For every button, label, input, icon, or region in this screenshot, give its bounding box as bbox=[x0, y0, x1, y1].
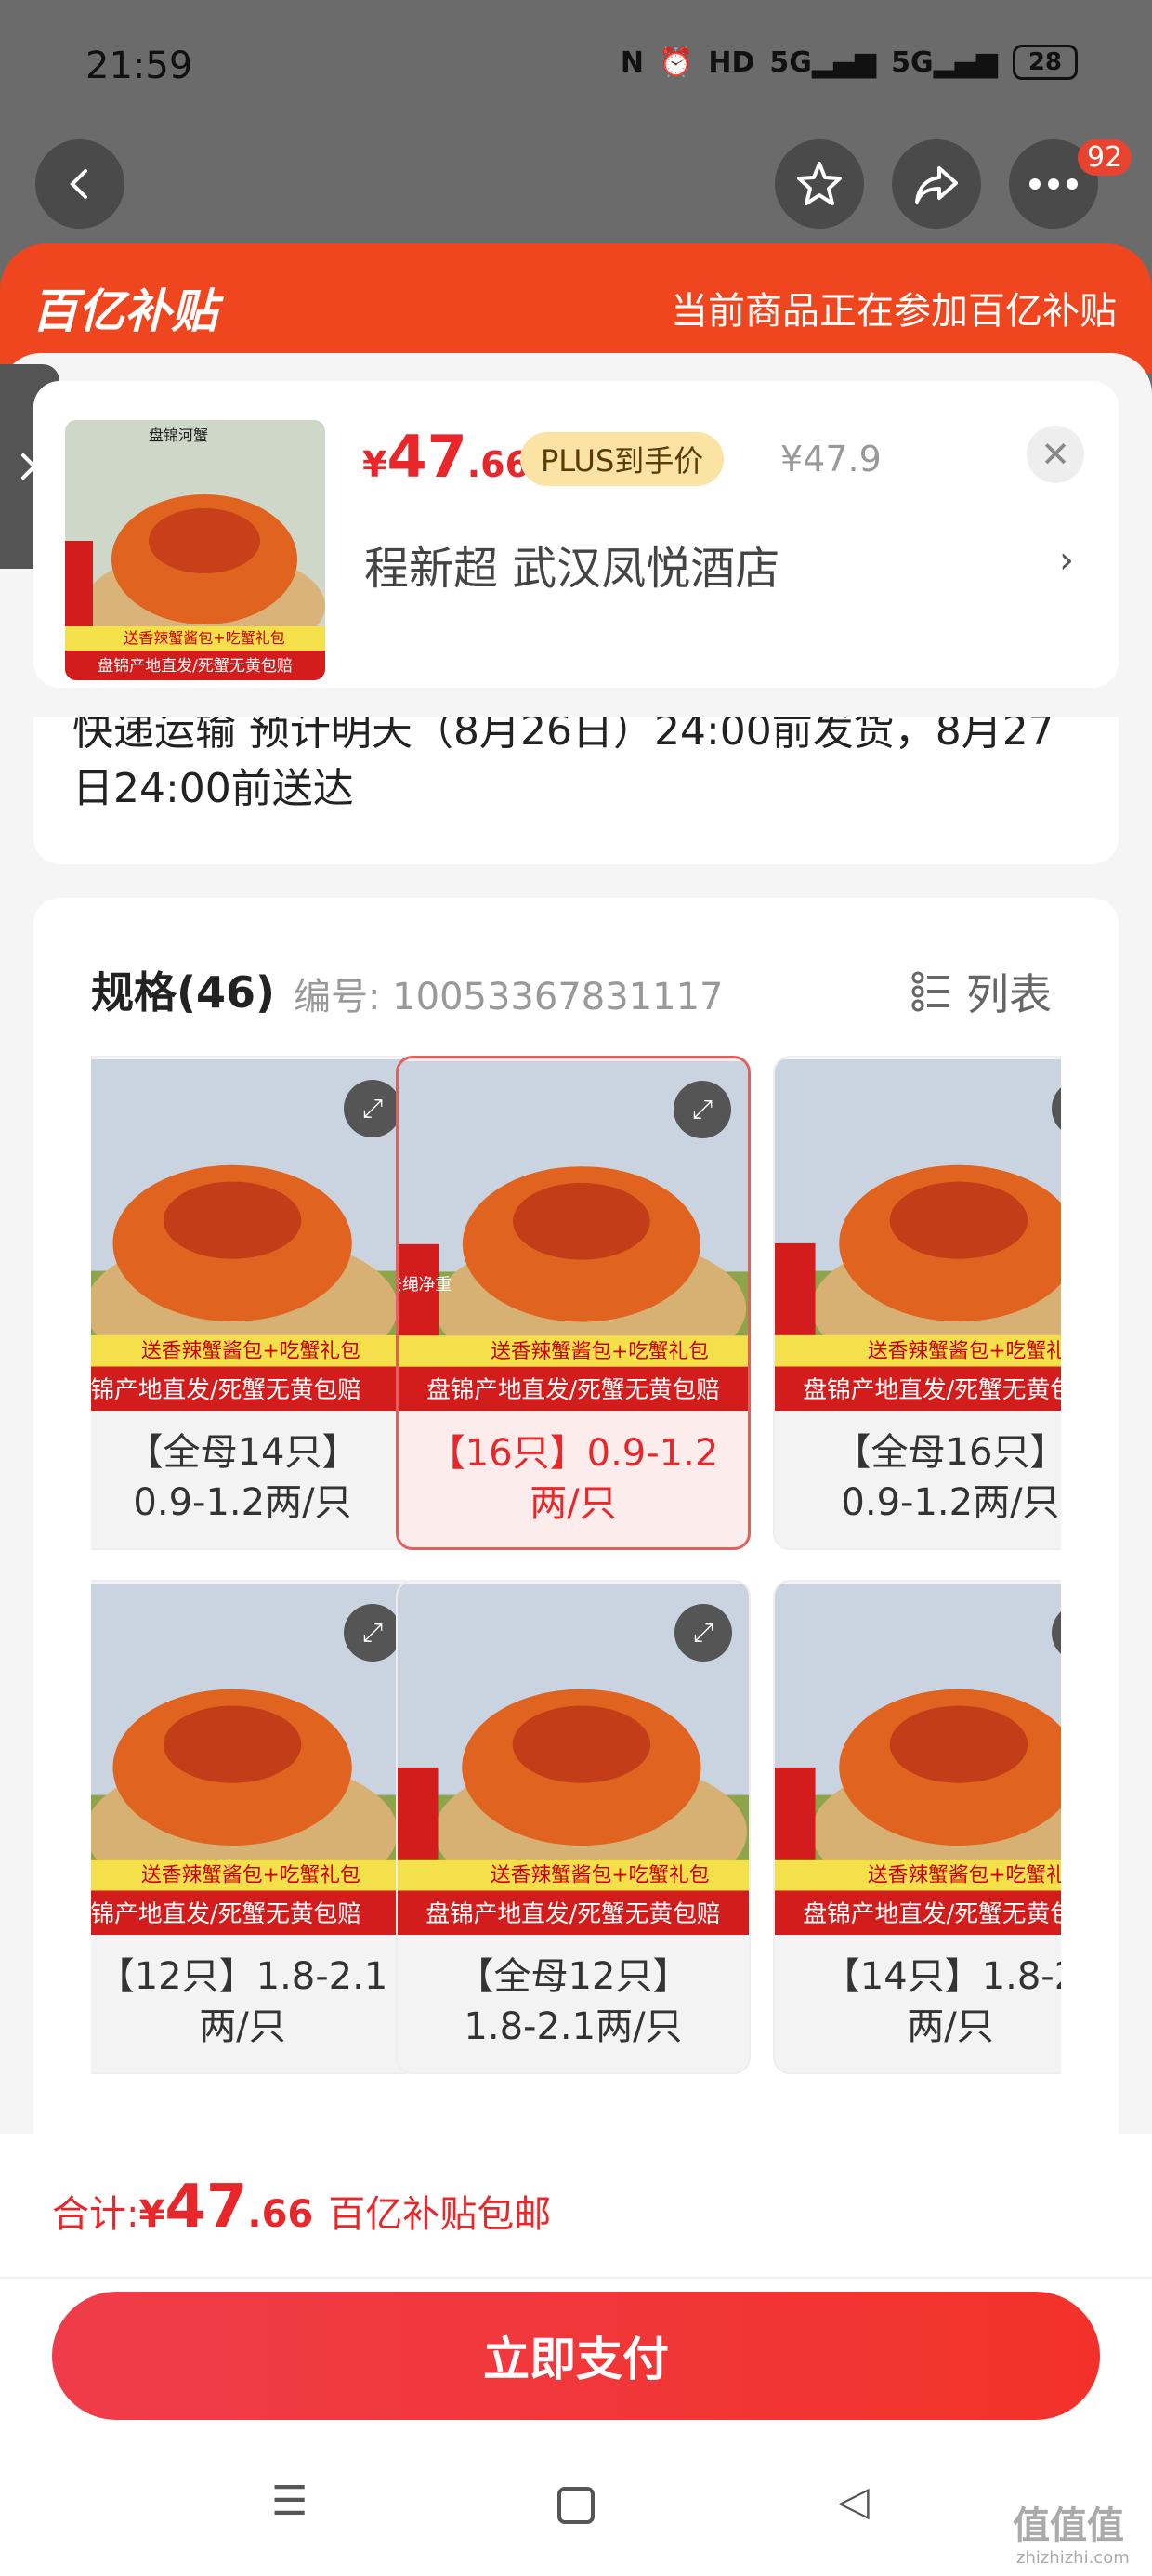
back-button[interactable] bbox=[35, 139, 124, 229]
product-thumbnail[interactable]: 送香辣蟹酱包+吃蟹礼包 盘锦产地直发/死蟹无黄包赔 盘锦河蟹 bbox=[65, 420, 325, 680]
expand-icon: ⤢ bbox=[692, 1617, 714, 1648]
watermark-url: zhizhizhi.com bbox=[1016, 2548, 1130, 2568]
status-time: 21:59 bbox=[85, 45, 193, 87]
svg-text:盘锦产地直发/死蟹无黄包赔: 盘锦产地直发/死蟹无黄包赔 bbox=[98, 657, 293, 676]
shipping-address[interactable]: 程新超 武汉凤悦酒店 bbox=[364, 532, 779, 597]
svg-text:盘锦产地直发/死蟹无黄包赔: 盘锦产地直发/死蟹无黄包赔 bbox=[91, 1900, 361, 1928]
svg-text:送香辣蟹酱包+吃蟹礼包: 送香辣蟹酱包+吃蟹礼包 bbox=[141, 1340, 360, 1363]
svg-text:去绳净重: 去绳净重 bbox=[399, 1275, 452, 1295]
svg-text:盘锦产地直发/死蟹无黄包赔: 盘锦产地直发/死蟹无黄包赔 bbox=[91, 1376, 361, 1404]
crab-image: 送香辣蟹酱包+吃蟹礼包 盘锦产地直发/死蟹无黄包赔 盘锦河蟹 bbox=[65, 420, 325, 680]
delivery-info: 快递运输 预计明天（8月26日）24:00前发货，8月27日24:00前送达 bbox=[72, 707, 1054, 812]
battery-icon: 28 bbox=[1012, 45, 1078, 80]
plus-price-badge: PLUS到手价 bbox=[520, 432, 725, 486]
subsidy-logo: 百亿补贴 bbox=[32, 284, 217, 338]
product-price: ¥47.66 bbox=[362, 423, 530, 491]
expand-image-button[interactable]: ⤢ bbox=[344, 1080, 401, 1137]
order-total: 合计: ¥ 47 .66 百亿补贴包邮 bbox=[52, 2173, 552, 2241]
spec-number: 编号: 10053367831117 bbox=[294, 976, 724, 1019]
star-icon bbox=[797, 162, 842, 205]
share-icon bbox=[915, 166, 958, 204]
subsidy-notice: 当前商品正在参加百亿补贴 bbox=[671, 290, 1117, 333]
spec-grid: 送香辣蟹酱包+吃蟹礼包 盘锦产地直发/死蟹无黄包赔 ⤢ 【全母14只】 0.9-1… bbox=[91, 1056, 1061, 2078]
notification-badge: 92 bbox=[1078, 139, 1132, 176]
close-button[interactable]: ✕ bbox=[1027, 426, 1084, 483]
spec-image: 送香辣蟹酱包+吃蟹礼包 盘锦产地直发/死蟹无黄包赔 bbox=[775, 1584, 1061, 1935]
original-price: ¥47.9 bbox=[780, 439, 882, 480]
spec-option[interactable]: 送香辣蟹酱包+吃蟹礼包 盘锦产地直发/死蟹无黄包赔 ⤢ 【14只】1.8-2两/… bbox=[773, 1580, 1061, 2074]
svg-text:送香辣蟹酱包+吃蟹礼包: 送香辣蟹酱包+吃蟹礼包 bbox=[491, 1340, 709, 1363]
header-shadow bbox=[0, 688, 1152, 717]
expand-icon: ⤢ bbox=[361, 1093, 384, 1124]
close-icon: ✕ bbox=[1041, 434, 1070, 475]
spec-option[interactable]: 送香辣蟹酱包+吃蟹礼包 盘锦产地直发/死蟹无黄包赔 ⤢ 【全母12只】 1.8-2… bbox=[396, 1580, 751, 2074]
spec-title: 规格(46) bbox=[91, 967, 276, 1018]
signal-5g-icon: 5G▂▄▆ bbox=[769, 46, 877, 79]
chevron-right-icon[interactable]: › bbox=[1059, 539, 1074, 582]
expand-image-button[interactable]: ⤢ bbox=[344, 1604, 401, 1662]
expand-icon: ⤢ bbox=[361, 1617, 384, 1648]
svg-text:送香辣蟹酱包+吃蟹礼包: 送香辣蟹酱包+吃蟹礼包 bbox=[141, 1864, 360, 1887]
watermark: 值值值 bbox=[1013, 2504, 1124, 2547]
svg-text:送香辣蟹酱包+吃蟹礼包: 送香辣蟹酱包+吃蟹礼包 bbox=[868, 1864, 1061, 1887]
list-view-button[interactable]: 列表 bbox=[910, 961, 1052, 1022]
svg-text:盘锦河蟹: 盘锦河蟹 bbox=[149, 427, 208, 444]
svg-text:送香辣蟹酱包+吃蟹礼包: 送香辣蟹酱包+吃蟹礼包 bbox=[491, 1864, 710, 1887]
back-triangle-icon[interactable]: ◁ bbox=[838, 2477, 870, 2525]
home-icon[interactable] bbox=[557, 2487, 595, 2524]
svg-text:盘锦产地直发/死蟹无黄包赔: 盘锦产地直发/死蟹无黄包赔 bbox=[803, 1900, 1061, 1928]
svg-text:盘锦产地直发/死蟹无黄包赔: 盘锦产地直发/死蟹无黄包赔 bbox=[803, 1376, 1061, 1404]
svg-text:送香辣蟹酱包+吃蟹礼包: 送香辣蟹酱包+吃蟹礼包 bbox=[124, 629, 284, 647]
alarm-icon: ⏰ bbox=[659, 46, 694, 79]
svg-text:送香辣蟹酱包+吃蟹礼包: 送香辣蟹酱包+吃蟹礼包 bbox=[868, 1340, 1061, 1363]
status-bar: 21:59 N ⏰ HD 5G▂▄▆ 5G▂▄▆ 28 bbox=[0, 0, 1152, 139]
spec-option[interactable]: 送香辣蟹酱包+吃蟹礼包 盘锦产地直发/死蟹无黄包赔 ⤢ 【12只】1.8-2.1… bbox=[91, 1580, 420, 2074]
expand-image-button[interactable]: ⤢ bbox=[674, 1081, 731, 1138]
status-icons: N ⏰ HD 5G▂▄▆ 5G▂▄▆ 28 bbox=[621, 45, 1078, 80]
spec-option[interactable]: 送香辣蟹酱包+吃蟹礼包 盘锦产地直发/死蟹无黄包赔 ⤢ 【全母16只】0.9-1… bbox=[773, 1056, 1061, 1550]
more-dots-icon bbox=[1029, 178, 1078, 190]
hd-icon: HD bbox=[708, 46, 755, 79]
footer-divider bbox=[0, 2277, 1152, 2279]
expand-image-button[interactable]: ⤢ bbox=[674, 1604, 732, 1662]
svg-text:盘锦产地直发/死蟹无黄包赔: 盘锦产地直发/死蟹无黄包赔 bbox=[426, 1376, 720, 1404]
signal-5g-icon-2: 5G▂▄▆ bbox=[891, 46, 998, 79]
spec-image: 送香辣蟹酱包+吃蟹礼包 盘锦产地直发/死蟹无黄包赔 bbox=[775, 1059, 1061, 1411]
list-icon bbox=[911, 971, 949, 1012]
favorite-button[interactable] bbox=[775, 139, 864, 229]
svg-text:盘锦产地直发/死蟹无黄包赔: 盘锦产地直发/死蟹无黄包赔 bbox=[425, 1900, 720, 1928]
menu-icon[interactable]: ☰ bbox=[271, 2477, 308, 2525]
pay-now-button[interactable]: 立即支付 bbox=[52, 2292, 1100, 2420]
expand-icon: ⤢ bbox=[691, 1094, 713, 1124]
spec-option[interactable]: 送香辣蟹酱包+吃蟹礼包 盘锦产地直发/死蟹无黄包赔 ⤢ 【全母14只】 0.9-1… bbox=[91, 1056, 420, 1550]
nfc-icon: N bbox=[620, 46, 644, 79]
spec-option-selected[interactable]: 送香辣蟹酱包+吃蟹礼包 盘锦产地直发/死蟹无黄包赔 去绳净重 ⤢ 【16只】0.… bbox=[396, 1056, 751, 1550]
chevron-left-icon bbox=[70, 169, 87, 199]
share-button[interactable] bbox=[892, 139, 981, 229]
